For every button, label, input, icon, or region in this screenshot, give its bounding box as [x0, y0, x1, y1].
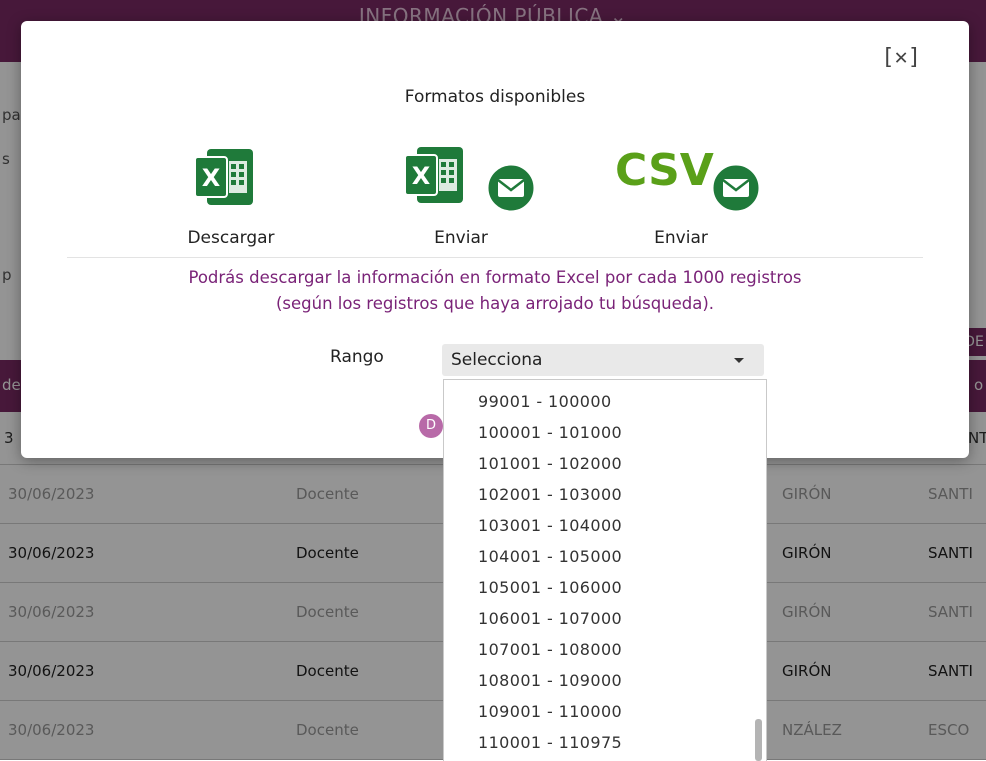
excel-glyph: X — [412, 162, 431, 190]
range-select[interactable]: Selecciona — [442, 344, 764, 376]
range-option[interactable]: 102001 - 103000 — [478, 485, 622, 504]
select-value: Selecciona — [451, 350, 543, 370]
modal-title: Formatos disponibles — [404, 87, 586, 107]
range-option[interactable]: 105001 - 106000 — [478, 578, 622, 597]
range-option[interactable]: 100001 - 101000 — [478, 423, 622, 442]
range-option[interactable]: 99001 - 100000 — [478, 392, 612, 411]
format-label: Descargar — [187, 228, 275, 248]
notice-line: (según los registros que haya arrojado t… — [275, 294, 715, 313]
range-option[interactable]: 108001 - 109000 — [478, 671, 622, 690]
close-button[interactable]: [✕] — [881, 45, 921, 70]
divider — [67, 257, 923, 258]
excel-glyph: X — [202, 164, 221, 192]
range-label: Rango — [330, 347, 384, 367]
range-option[interactable]: 110001 - 110975 — [478, 733, 622, 752]
range-option[interactable]: 109001 - 110000 — [478, 702, 622, 721]
excel-email-icon: X — [404, 147, 537, 214]
download-button[interactable]: D — [419, 414, 443, 438]
range-option[interactable]: 101001 - 102000 — [478, 454, 622, 473]
notice-line: Podrás descargar la información en forma… — [188, 268, 802, 287]
format-label: Enviar — [434, 228, 488, 248]
range-option[interactable]: 103001 - 104000 — [478, 516, 622, 535]
chevron-down-icon — [734, 358, 744, 363]
range-option[interactable]: 104001 - 105000 — [478, 547, 622, 566]
range-dropdown-list[interactable]: 99001 - 100000 100001 - 101000 101001 - … — [443, 379, 767, 761]
range-option[interactable]: 107001 - 108000 — [478, 640, 622, 659]
excel-download-icon: X — [194, 149, 253, 205]
range-option[interactable]: 106001 - 107000 — [478, 609, 622, 628]
dropdown-scrollbar[interactable] — [755, 719, 762, 761]
format-label: Enviar — [654, 228, 708, 248]
csv-text: CSV — [615, 145, 714, 196]
download-notice: Podrás descargar la información en forma… — [21, 265, 969, 317]
csv-email-icon: CSV — [615, 145, 762, 214]
